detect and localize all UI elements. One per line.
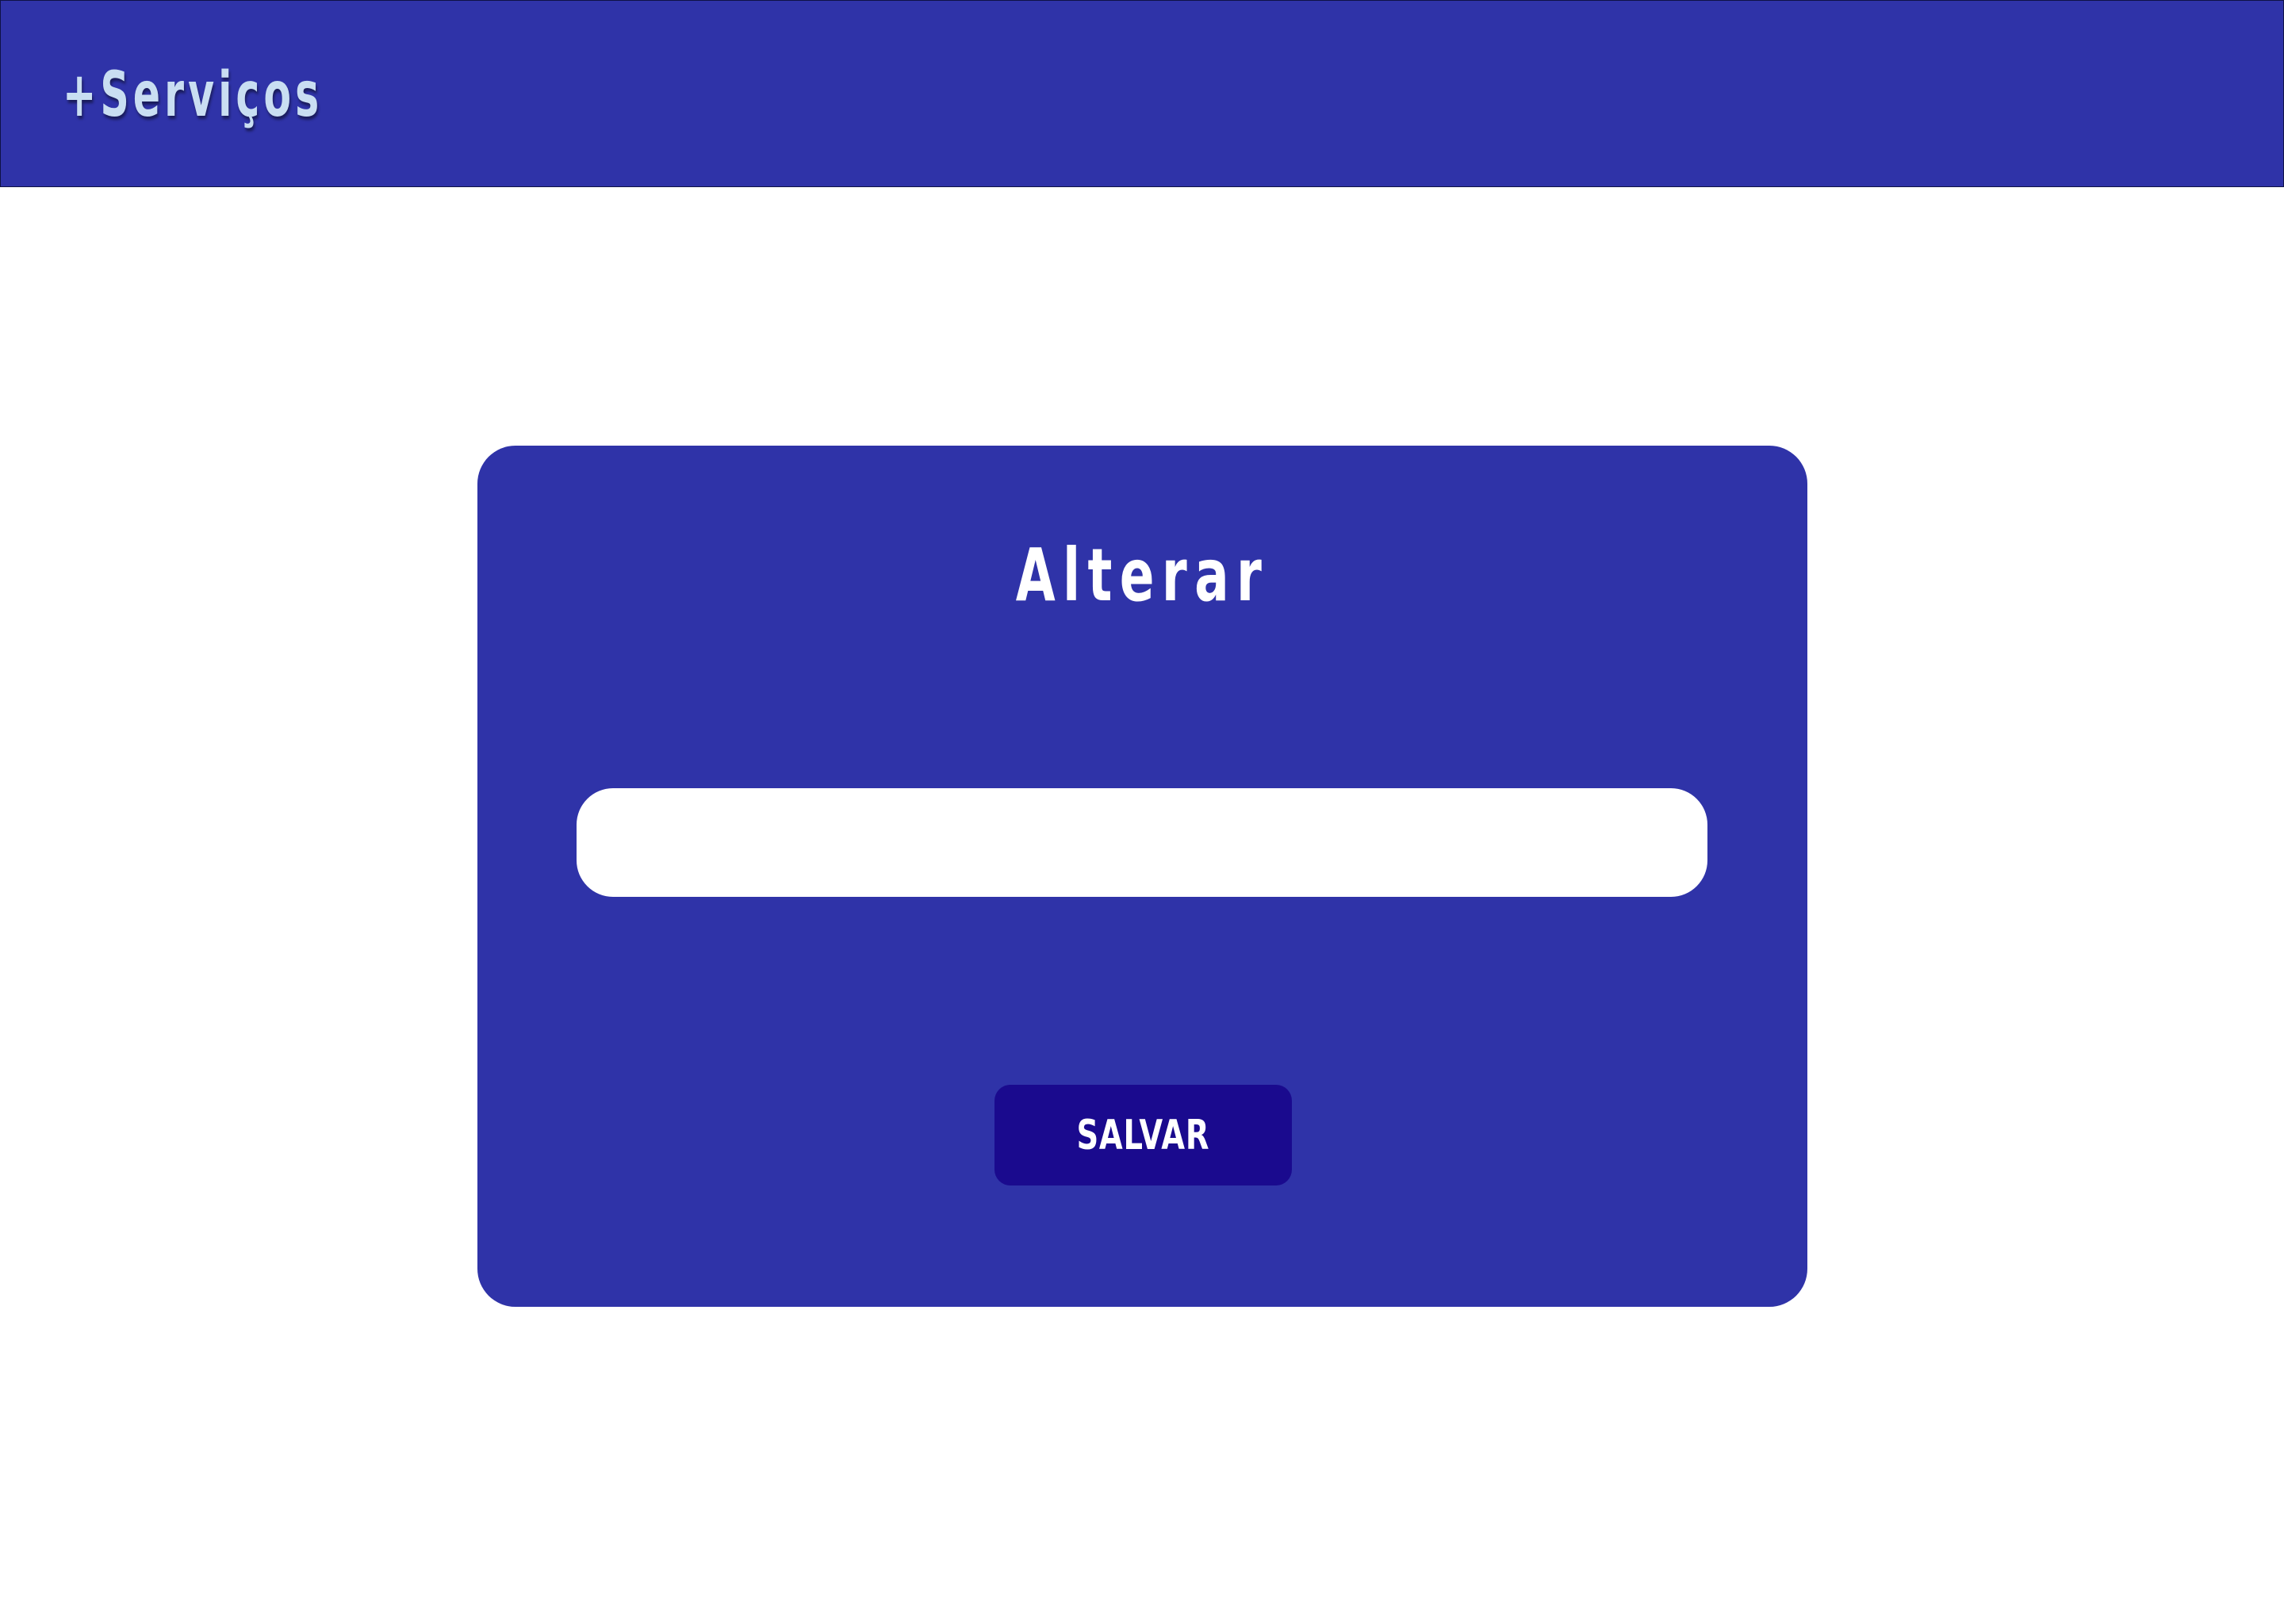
brand-logo-text[interactable]: +Serviços [63,52,323,139]
edit-form-card: Alterar SALVAR [477,446,1807,1307]
top-header: +Serviços [0,0,2284,187]
form-title: Alterar [1015,533,1270,618]
edit-input[interactable] [577,788,1707,897]
save-button-label: SALVAR [1076,1111,1210,1159]
save-button[interactable]: SALVAR [994,1085,1292,1185]
